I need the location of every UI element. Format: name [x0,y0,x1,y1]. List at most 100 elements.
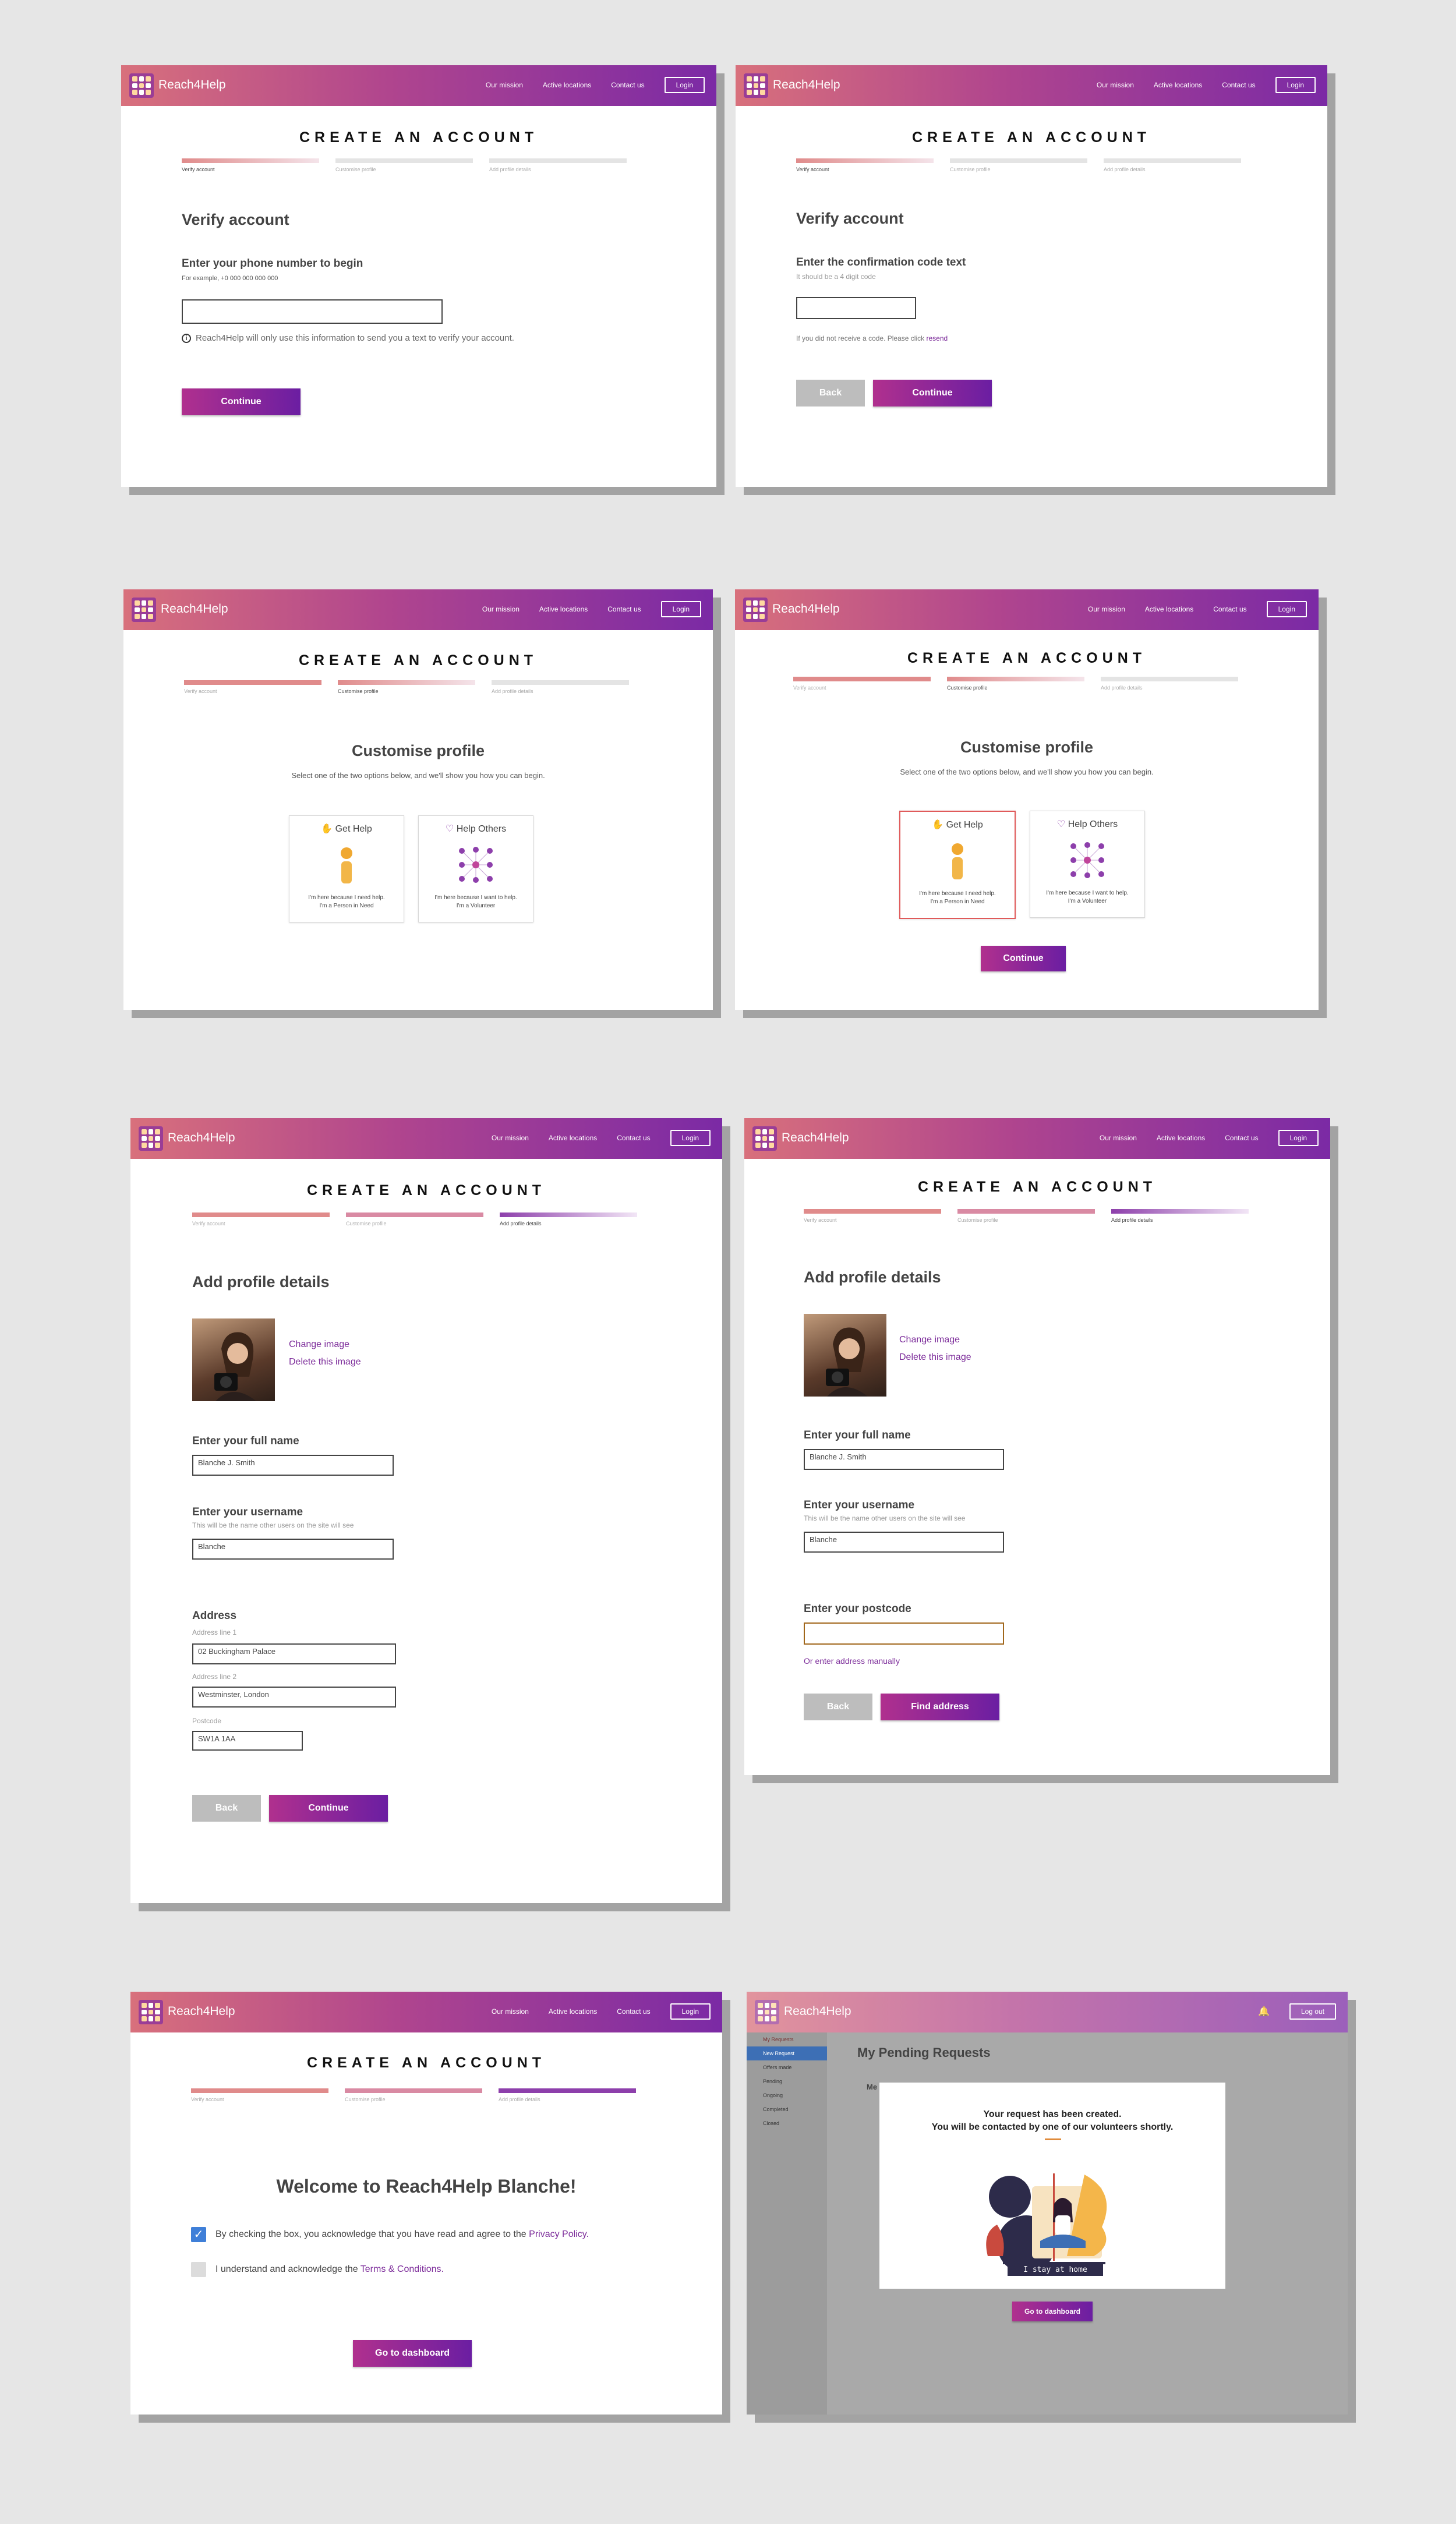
nav-active-locations[interactable]: Active locations [549,2007,597,2016]
logo-icon[interactable] [744,73,768,98]
get-help-card[interactable]: ✋ Get Help I'm here because I need help.… [899,811,1016,919]
enter-address-manually-link[interactable]: Or enter address manually [804,1656,900,1666]
login-button[interactable]: Login [670,1130,711,1146]
logo-icon[interactable] [139,1126,163,1151]
address-line1-input[interactable]: 02 Buckingham Palace [192,1643,396,1664]
screen-verify-phone: Reach4Help Our mission Active locations … [121,65,716,487]
sidebar-item-closed[interactable]: Closed [747,2116,827,2130]
bell-icon[interactable]: 🔔 [1258,2006,1270,2017]
brand-name[interactable]: Reach4Help [784,2005,851,2019]
change-image-link[interactable]: Change image [899,1335,960,1345]
help-others-card[interactable]: ♡ Help Others I'm here because I want to… [418,815,533,922]
step-label: Verify account [192,1221,225,1226]
nav-contact-us[interactable]: Contact us [1213,605,1246,613]
delete-image-link[interactable]: Delete this image [289,1357,361,1367]
address-line2-input[interactable]: Westminster, London [192,1687,396,1708]
page-title: CREATE AN ACCOUNT [907,650,1147,666]
login-button[interactable]: Login [664,77,705,93]
logo-icon[interactable] [132,598,156,622]
sidebar-item-new-request[interactable]: New Request [747,2046,827,2060]
full-name-input[interactable]: Blanche J. Smith [804,1449,1004,1470]
logout-button[interactable]: Log out [1289,2003,1336,2020]
sidebar-item-my-requests[interactable]: My Requests [747,2032,827,2046]
brand-name[interactable]: Reach4Help [168,1131,235,1145]
nav-active-locations[interactable]: Active locations [543,81,591,89]
help-others-card[interactable]: ♡ Help Others I'm here because I want to… [1030,811,1145,918]
logo-icon[interactable] [139,2000,163,2024]
nav-active-locations[interactable]: Active locations [1154,81,1202,89]
brand-name[interactable]: Reach4Help [158,78,226,92]
back-button[interactable]: Back [796,380,865,406]
privacy-policy-link[interactable]: Privacy Policy. [529,2229,589,2239]
top-nav: Reach4Help 🔔 Log out [747,1992,1348,2032]
brand-name[interactable]: Reach4Help [168,2005,235,2019]
sidebar-item-pending[interactable]: Pending [747,2074,827,2088]
logo-icon[interactable] [755,2000,779,2024]
page-title: CREATE AN ACCOUNT [306,2055,546,2071]
find-address-button[interactable]: Find address [881,1694,999,1720]
nav-contact-us[interactable]: Contact us [1222,81,1255,89]
continue-button[interactable]: Continue [269,1795,388,1822]
continue-button[interactable]: Continue [182,388,301,415]
section-subtitle: Select one of the two options below, and… [291,771,545,780]
info-note: i Reach4Help will only use this informat… [182,333,514,343]
change-image-link[interactable]: Change image [289,1339,349,1350]
go-to-dashboard-button[interactable]: Go to dashboard [353,2340,472,2367]
card-desc: I'm a Volunteer [456,903,496,909]
brand-name[interactable]: Reach4Help [772,602,840,616]
brand-name[interactable]: Reach4Help [161,602,228,616]
nav-our-mission[interactable]: Our mission [1097,81,1134,89]
terms-agreement: I understand and acknowledge the Terms &… [215,2264,444,2275]
sidebar-item-completed[interactable]: Completed [747,2102,827,2116]
top-nav: Reach4Help Our mission Active locations … [736,65,1327,106]
nav-our-mission[interactable]: Our mission [1088,605,1125,613]
nav-contact-us[interactable]: Contact us [617,2007,650,2016]
back-button[interactable]: Back [192,1795,261,1822]
back-button[interactable]: Back [804,1694,872,1720]
nav-contact-us[interactable]: Contact us [607,605,641,613]
logo-icon[interactable] [752,1126,777,1151]
tab-partial[interactable]: Me [867,2083,877,2091]
privacy-checkbox[interactable]: ✓ [191,2227,206,2242]
nav-active-locations[interactable]: Active locations [539,605,588,613]
nav-active-locations[interactable]: Active locations [1145,605,1193,613]
postcode-input[interactable] [804,1622,1004,1645]
code-input[interactable] [796,297,916,319]
postcode-input[interactable]: SW1A 1AA [192,1731,303,1751]
nav-contact-us[interactable]: Contact us [611,81,644,89]
logo-icon[interactable] [743,598,768,622]
nav-contact-us[interactable]: Contact us [1225,1134,1258,1142]
brand-name[interactable]: Reach4Help [773,78,840,92]
nav-our-mission[interactable]: Our mission [482,605,520,613]
progress-steps: Verify account Customise profile Add pro… [796,158,1241,172]
username-input[interactable]: Blanche [192,1539,394,1560]
username-input[interactable]: Blanche [804,1532,1004,1553]
continue-button[interactable]: Continue [873,380,992,406]
nav-contact-us[interactable]: Contact us [617,1134,650,1142]
nav-active-locations[interactable]: Active locations [1157,1134,1205,1142]
continue-button[interactable]: Continue [981,946,1066,971]
terms-checkbox[interactable] [191,2262,206,2277]
full-name-input[interactable]: Blanche J. Smith [192,1455,394,1476]
nav-active-locations[interactable]: Active locations [549,1134,597,1142]
nav-our-mission[interactable]: Our mission [492,2007,529,2016]
brand-name[interactable]: Reach4Help [782,1131,849,1145]
terms-link[interactable]: Terms & Conditions. [361,2264,444,2274]
get-help-card[interactable]: ✋ Get Help I'm here because I need help.… [289,815,404,922]
nav-our-mission[interactable]: Our mission [1100,1134,1137,1142]
login-button[interactable]: Login [660,601,701,617]
login-button[interactable]: Login [1266,601,1307,617]
login-button[interactable]: Login [1275,77,1316,93]
logo-icon[interactable] [129,73,154,98]
sidebar-item-ongoing[interactable]: Ongoing [747,2088,827,2102]
sidebar-item-offers-made[interactable]: Offers made [747,2060,827,2074]
delete-image-link[interactable]: Delete this image [899,1352,971,1363]
step-label: Add profile details [492,688,533,694]
nav-our-mission[interactable]: Our mission [486,81,523,89]
go-to-dashboard-button[interactable]: Go to dashboard [1012,2302,1093,2321]
nav-our-mission[interactable]: Our mission [492,1134,529,1142]
login-button[interactable]: Login [670,2003,711,2020]
phone-input[interactable] [182,299,443,324]
resend-link[interactable]: resend [926,334,948,342]
login-button[interactable]: Login [1278,1130,1319,1146]
